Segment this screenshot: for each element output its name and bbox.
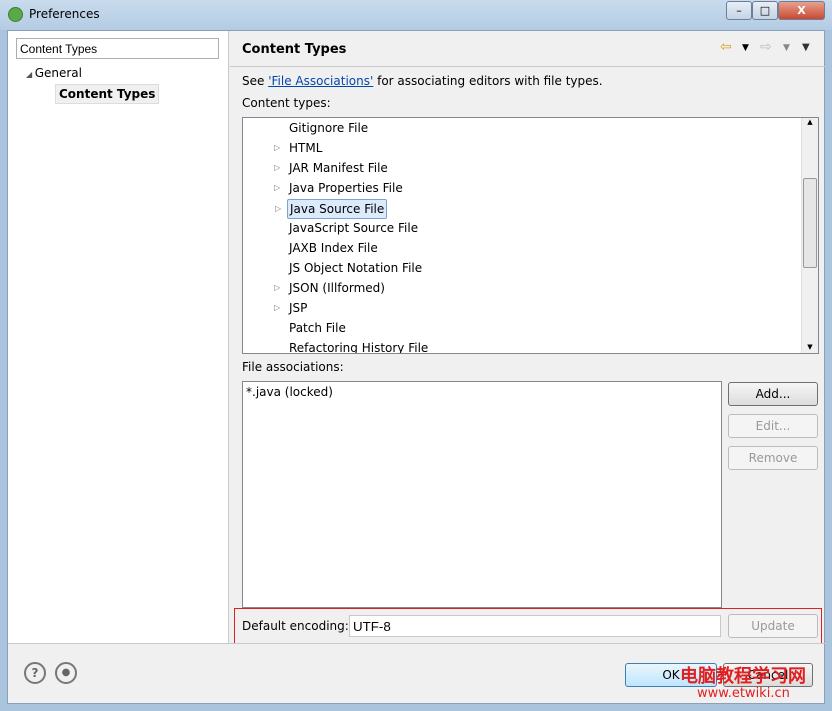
encoding-section: Default encoding: Update (234, 608, 822, 644)
expand-icon[interactable]: ▷ (274, 299, 280, 317)
expand-icon[interactable]: ▷ (275, 200, 281, 218)
tree-item[interactable]: JS Object Notation File (287, 259, 424, 279)
watermark-url: www.etwiki.cn (697, 686, 790, 701)
tree-item-label: Patch File (289, 321, 346, 335)
tree-item[interactable]: JAXB Index File (287, 239, 380, 259)
tree-item[interactable]: ▷ HTML (274, 139, 324, 159)
tree-item-general[interactable]: ◢ General (26, 66, 82, 80)
file-associations-label: File associations: (242, 360, 344, 374)
tree-item-label: JSP (289, 301, 308, 315)
watermark: 电脑教程学习网 (680, 666, 806, 687)
sidebar: ◢ General Content Types (8, 31, 229, 643)
tree-item[interactable]: ▷ Java Properties File (274, 179, 405, 199)
tree-item-label: JavaScript Source File (289, 221, 419, 235)
window-title: Preferences (29, 7, 100, 21)
tree-item[interactable]: Patch File (287, 319, 348, 339)
forward-icon[interactable]: ⇨ (760, 39, 772, 55)
tree-item[interactable]: Refactoring History File (287, 339, 430, 354)
scroll-thumb[interactable] (803, 178, 817, 268)
tree-item-content-types[interactable]: Content Types (55, 84, 160, 104)
expand-icon[interactable]: ▷ (274, 179, 280, 197)
encoding-input[interactable] (349, 615, 721, 637)
import-export-icon[interactable]: ● (55, 662, 77, 684)
scroll-down-icon[interactable]: ▼ (802, 343, 818, 351)
edit-button[interactable]: Edit... (728, 414, 818, 438)
expand-icon[interactable]: ▷ (274, 139, 280, 157)
close-button[interactable]: X (778, 1, 825, 20)
update-button[interactable]: Update (728, 614, 818, 638)
description: See 'File Associations' for associating … (242, 74, 603, 88)
divider (8, 643, 826, 644)
expand-icon[interactable]: ▷ (274, 279, 280, 297)
tree-item-label: JAR Manifest File (289, 161, 388, 175)
maximize-button[interactable]: □ (752, 1, 778, 20)
tree-item[interactable]: ▷ JAR Manifest File (274, 159, 390, 179)
tree-item[interactable]: ▷ Java Source File (275, 199, 388, 219)
tree-item-label: JS Object Notation File (289, 261, 423, 275)
view-menu-icon[interactable]: ▼ (802, 42, 810, 53)
tree-item-label: HTML (289, 141, 323, 155)
divider (230, 66, 826, 67)
minimize-button[interactable]: – (726, 1, 752, 20)
scrollbar[interactable]: ▲ ▼ (801, 118, 818, 353)
tree-item-label: Java Source File (290, 202, 385, 216)
tree-item-label: Java Properties File (289, 181, 403, 195)
tree-item[interactable]: JavaScript Source File (287, 219, 420, 239)
back-icon[interactable]: ⇦ (720, 39, 732, 55)
tree-item-label: Refactoring History File (289, 341, 429, 354)
forward-menu-icon[interactable]: ▼ (783, 43, 790, 53)
tree-item[interactable]: Gitignore File (287, 119, 370, 139)
file-associations-list[interactable]: *.java (locked) (242, 381, 722, 608)
tree-item[interactable]: ▷ JSP (274, 299, 309, 319)
back-menu-icon[interactable]: ▼ (742, 43, 749, 53)
tree-item-label: JAXB Index File (289, 241, 378, 255)
scroll-up-icon[interactable]: ▲ (802, 118, 818, 126)
title-bar: Preferences – □ X (0, 0, 832, 30)
list-item[interactable]: *.java (locked) (246, 385, 718, 399)
content-pane: Content Types ⇦ ▼ ⇨ ▼ ▼ See 'File Associ… (230, 31, 826, 644)
filter-input[interactable] (16, 38, 219, 59)
tree-item-label: JSON (Illformed) (289, 281, 385, 295)
encoding-label: Default encoding: (242, 619, 349, 633)
add-button[interactable]: Add... (728, 382, 818, 406)
file-associations-link[interactable]: 'File Associations' (268, 74, 373, 88)
remove-button[interactable]: Remove (728, 446, 818, 470)
app-icon (8, 7, 23, 22)
preferences-dialog: ◢ General Content Types Content Types ⇦ … (7, 30, 826, 704)
content-types-label: Content types: (242, 96, 331, 110)
tree-item[interactable]: ▷ JSON (Illformed) (274, 279, 387, 299)
page-title: Content Types (242, 42, 347, 57)
tree-item-label: Gitignore File (289, 121, 369, 135)
expand-icon[interactable]: ▷ (274, 159, 280, 177)
content-types-tree[interactable]: ▲ ▼ Gitignore File ▷ HTML ▷ JAR Manifest Fil… (242, 117, 819, 354)
tree-label: General (34, 66, 82, 80)
help-icon[interactable]: ? (24, 662, 46, 684)
